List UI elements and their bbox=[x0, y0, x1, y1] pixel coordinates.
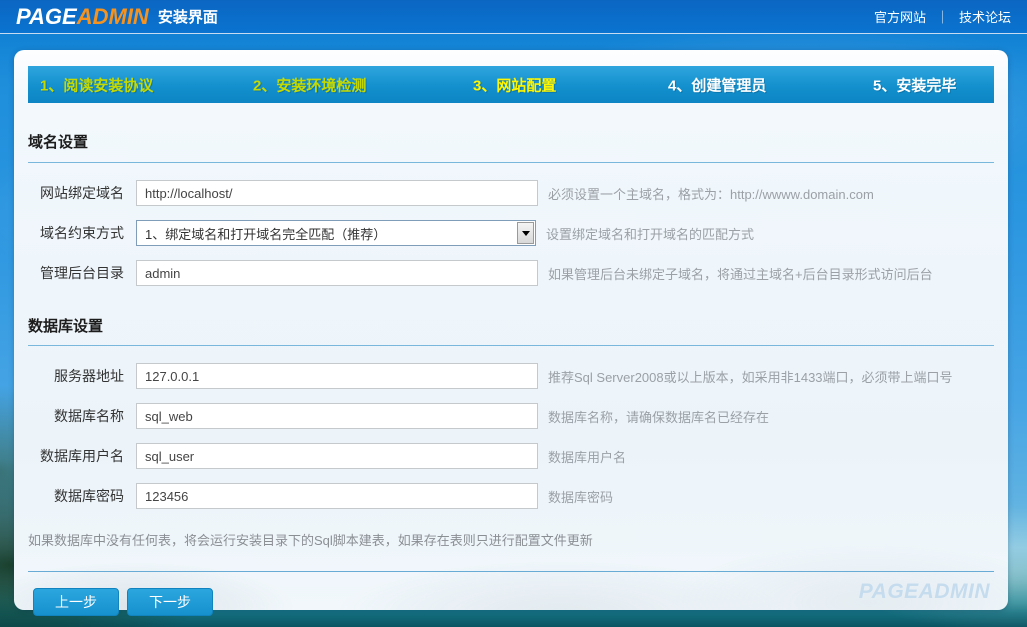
main-panel: 1、阅读安装协议 2、安装环境检测 3、网站配置 4、创建管理员 5、安装完毕 … bbox=[14, 50, 1008, 610]
form-row-bind-domain: 网站绑定域名 必须设置一个主域名，格式为：http://wwww.domain.… bbox=[28, 173, 994, 213]
link-separator: ｜ bbox=[936, 7, 949, 26]
db-name-hint: 数据库名称，请确保数据库名已经存在 bbox=[548, 407, 769, 426]
db-user-input[interactable] bbox=[136, 443, 538, 469]
step-read-license: 1、阅读安装协议 bbox=[40, 74, 153, 95]
top-links: 官方网站 ｜ 技术论坛 bbox=[874, 7, 1011, 26]
server-address-hint: 推荐Sql Server2008或以上版本，如采用非1433端口，必须带上端口号 bbox=[548, 367, 953, 386]
form-row-db-password: 数据库密码 数据库密码 bbox=[28, 476, 994, 516]
step-install-done: 5、安装完毕 bbox=[873, 74, 956, 95]
db-name-label: 数据库名称 bbox=[28, 406, 124, 426]
db-password-input[interactable] bbox=[136, 483, 538, 509]
wizard-buttons: 上一步 下一步 bbox=[28, 588, 994, 616]
form-row-db-name: 数据库名称 数据库名称，请确保数据库名已经存在 bbox=[28, 396, 994, 436]
top-bar: PAGEADMIN 安装界面 官方网站 ｜ 技术论坛 bbox=[0, 0, 1027, 34]
database-note: 如果数据库中没有任何表，将会运行安装目录下的Sql脚本建表，如果存在表则只进行配… bbox=[28, 530, 994, 549]
next-step-button[interactable]: 下一步 bbox=[127, 588, 213, 616]
admin-dir-hint: 如果管理后台未绑定子域名，将通过主域名+后台目录形式访问后台 bbox=[548, 264, 933, 283]
tech-forum-link[interactable]: 技术论坛 bbox=[959, 7, 1011, 26]
server-address-label: 服务器地址 bbox=[28, 366, 124, 386]
bind-domain-input[interactable] bbox=[136, 180, 538, 206]
step-site-config: 3、网站配置 bbox=[473, 74, 556, 95]
dropdown-arrow-button[interactable] bbox=[517, 222, 534, 244]
db-name-input[interactable] bbox=[136, 403, 538, 429]
domain-match-select[interactable]: 1、绑定域名和打开域名完全匹配（推荐） bbox=[136, 220, 536, 246]
prev-step-button[interactable]: 上一步 bbox=[33, 588, 119, 616]
form-row-admin-dir: 管理后台目录 如果管理后台未绑定子域名，将通过主域名+后台目录形式访问后台 bbox=[28, 253, 994, 293]
domain-settings-rows: 网站绑定域名 必须设置一个主域名，格式为：http://wwww.domain.… bbox=[28, 173, 994, 293]
form-row-domain-match: 域名约束方式 1、绑定域名和打开域名完全匹配（推荐） 设置绑定域名和打开域名的匹… bbox=[28, 213, 994, 253]
server-address-input[interactable] bbox=[136, 363, 538, 389]
pageadmin-logo: PAGEADMIN bbox=[16, 6, 149, 28]
step-env-check: 2、安装环境检测 bbox=[253, 74, 366, 95]
footer-divider bbox=[28, 571, 994, 572]
db-user-label: 数据库用户名 bbox=[28, 446, 124, 466]
db-password-label: 数据库密码 bbox=[28, 486, 124, 506]
domain-settings-title: 域名设置 bbox=[28, 103, 994, 163]
database-settings-title: 数据库设置 bbox=[28, 293, 994, 346]
pageadmin-watermark: PAGEADMIN bbox=[859, 580, 990, 604]
bind-domain-label: 网站绑定域名 bbox=[28, 183, 124, 203]
logo-page-text: PAGE bbox=[16, 4, 77, 29]
chevron-down-icon bbox=[522, 231, 530, 236]
bind-domain-hint: 必须设置一个主域名，格式为：http://wwww.domain.com bbox=[548, 184, 874, 203]
db-password-hint: 数据库密码 bbox=[548, 487, 613, 506]
official-site-link[interactable]: 官方网站 bbox=[874, 7, 926, 26]
db-user-hint: 数据库用户名 bbox=[548, 447, 626, 466]
form-row-server-address: 服务器地址 推荐Sql Server2008或以上版本，如采用非1433端口，必… bbox=[28, 356, 994, 396]
logo-admin-text: ADMIN bbox=[77, 4, 149, 29]
page-title: 安装界面 bbox=[158, 6, 218, 27]
domain-match-label: 域名约束方式 bbox=[28, 223, 124, 243]
domain-match-selected-option: 1、绑定域名和打开域名完全匹配（推荐） bbox=[137, 224, 517, 243]
admin-dir-label: 管理后台目录 bbox=[28, 263, 124, 283]
form-row-db-user: 数据库用户名 数据库用户名 bbox=[28, 436, 994, 476]
admin-dir-input[interactable] bbox=[136, 260, 538, 286]
domain-match-hint: 设置绑定域名和打开域名的匹配方式 bbox=[546, 224, 754, 243]
wizard-steps-bar: 1、阅读安装协议 2、安装环境检测 3、网站配置 4、创建管理员 5、安装完毕 bbox=[28, 66, 994, 103]
database-settings-rows: 服务器地址 推荐Sql Server2008或以上版本，如采用非1433端口，必… bbox=[28, 356, 994, 516]
step-create-admin: 4、创建管理员 bbox=[668, 74, 766, 95]
